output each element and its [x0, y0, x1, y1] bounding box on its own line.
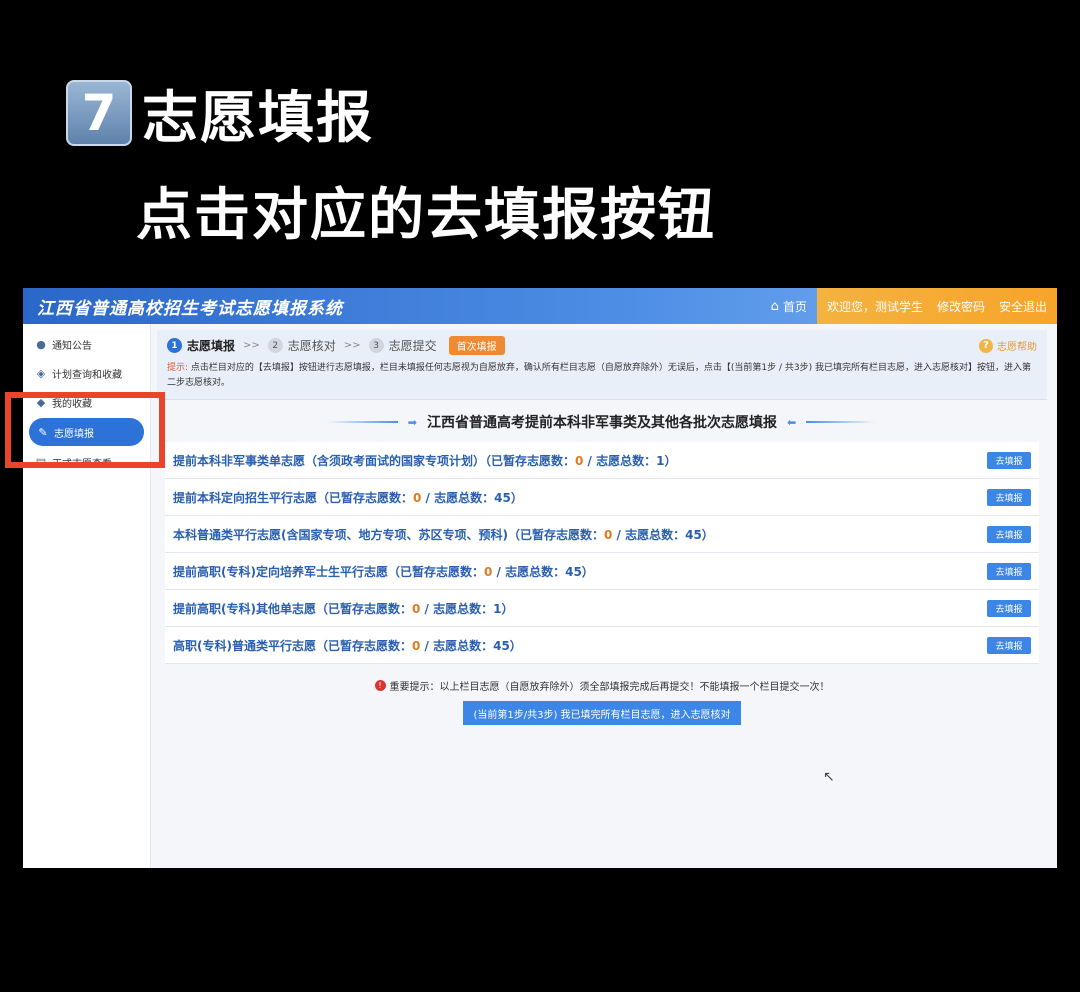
bell-icon: ● — [36, 337, 46, 351]
arrow-left-icon: ⬅ — [787, 415, 797, 429]
volunteer-list: 提前本科非军事类单志愿（含须政考面试的国家专项计划）（已暂存志愿数：0 / 志愿… — [165, 442, 1039, 664]
step-label: 志愿提交 — [388, 339, 437, 353]
tip-text: 提示: 点击栏目对应的【去填报】按钮进行志愿填报，栏目未填报任何志愿视为自愿放弃… — [167, 361, 1037, 391]
home-label: 首页 — [782, 299, 807, 314]
step-submit: 3 志愿提交 — [368, 337, 437, 354]
help-label: 志愿帮助 — [997, 342, 1037, 353]
help-link[interactable]: ? 志愿帮助 — [979, 338, 1037, 353]
tip-label: 提示: — [167, 363, 189, 373]
help-icon: ? — [979, 338, 993, 353]
important-notice: ! 重要提示：以上栏目志愿（自愿放弃除外）须全部填报完成后再提交！不能填报一个栏… — [161, 678, 1043, 693]
home-icon: ⌂ — [770, 298, 779, 314]
step-number-badge: 7 — [66, 80, 132, 146]
step-number: 3 — [368, 338, 384, 353]
list-item: 本科普通类平行志愿(含国家专项、地方专项、苏区专项、预科)（已暂存志愿数：0 /… — [165, 516, 1039, 553]
row-label: 本科普通类平行志愿(含国家专项、地方专项、苏区专项、预科)（已暂存志愿数：0 /… — [173, 527, 714, 542]
caption-title: 志愿填报 — [142, 85, 374, 151]
list-item: 提前高职(专科)定向培养军士生平行志愿（已暂存志愿数：0 / 志愿总数：45） … — [165, 553, 1039, 590]
logout-link[interactable]: 安全退出 — [999, 298, 1047, 315]
top-bar: 江西省普通高校招生考试志愿填报系统 ⌂ 首页 欢迎您，测试学生 修改密码 安全退… — [23, 288, 1057, 324]
sidebar-item-label: 计划查询和收藏 — [52, 369, 122, 381]
caption: 7 志愿填报 点击对应的去填报按钮 — [66, 78, 716, 251]
proceed-to-check-button[interactable]: (当前第1步/共3步) 我已填完所有栏目志愿，进入志愿核对 — [463, 701, 741, 725]
notice-text: 重要提示：以上栏目志愿（自愿放弃除外）须全部填报完成后再提交！不能填报一个栏目提… — [389, 682, 830, 693]
fill-button[interactable]: 去填报 — [987, 451, 1031, 469]
tip-body: 点击栏目对应的【去填报】按钮进行志愿填报，栏目未填报任何志愿视为自愿放弃，确认所… — [167, 363, 1032, 388]
row-label: 提前高职(专科)定向培养军士生平行志愿（已暂存志愿数：0 / 志愿总数：45） — [173, 564, 594, 579]
row-label: 高职(专科)普通类平行志愿（已暂存志愿数：0 / 志愿总数：45） — [173, 638, 522, 653]
system-title: 江西省普通高校招生考试志愿填报系统 — [37, 298, 343, 319]
first-fill-badge: 首次填报 — [448, 336, 505, 355]
row-label: 提前本科定向招生平行志愿（已暂存志愿数：0 / 志愿总数：45） — [173, 490, 523, 505]
fill-button[interactable]: 去填报 — [987, 599, 1031, 617]
row-label: 提前本科非军事类单志愿（含须政考面试的国家专项计划）（已暂存志愿数：0 / 志愿… — [173, 453, 677, 468]
app-screenshot: 江西省普通高校招生考试志愿填报系统 ⌂ 首页 欢迎您，测试学生 修改密码 安全退… — [23, 288, 1057, 868]
section-header: ➡ 江西省普通高考提前本科非军事类及其他各批次志愿填报 ⬅ — [161, 412, 1043, 432]
step-arrow: >> — [243, 340, 260, 351]
fill-button[interactable]: 去填报 — [987, 636, 1031, 654]
step-number: 2 — [267, 338, 283, 353]
change-password-link[interactable]: 修改密码 — [937, 298, 985, 315]
step-check: 2 志愿核对 — [267, 337, 336, 354]
step-number: 1 — [167, 338, 182, 353]
sidebar-item-label: 通知公告 — [52, 340, 92, 352]
decor-line — [806, 421, 877, 423]
step-label: 志愿核对 — [287, 339, 336, 353]
decor-line — [327, 421, 398, 423]
step-fill: 1 志愿填报 — [167, 337, 235, 354]
fill-button[interactable]: 去填报 — [987, 488, 1031, 506]
arrow-right-icon: ➡ — [407, 415, 417, 429]
row-label: 提前高职(专科)其他单志愿（已暂存志愿数：0 / 志愿总数：1） — [173, 601, 514, 616]
welcome-text: 欢迎您，测试学生 — [826, 299, 923, 314]
step-arrow: >> — [343, 340, 361, 351]
list-item: 提前高职(专科)其他单志愿（已暂存志愿数：0 / 志愿总数：1） 去填报 — [165, 590, 1039, 627]
list-item: 提前本科定向招生平行志愿（已暂存志愿数：0 / 志愿总数：45） 去填报 — [165, 479, 1039, 516]
fill-button[interactable]: 去填报 — [987, 525, 1031, 543]
main-content: 1 志愿填报 >> 2 志愿核对 >> 3 志愿提交 首次填报 ? 志愿帮助 提… — [151, 324, 1057, 868]
caption-subtitle: 点击对应的去填报按钮 — [136, 183, 716, 248]
search-icon: ◈ — [36, 366, 46, 380]
step-label: 志愿填报 — [187, 339, 236, 353]
fill-button[interactable]: 去填报 — [987, 562, 1031, 580]
user-bar: 欢迎您，测试学生 修改密码 安全退出 — [816, 288, 1057, 324]
sidebar-item-plan-search[interactable]: ◈ 计划查询和收藏 — [23, 359, 150, 387]
list-item: 提前本科非军事类单志愿（含须政考面试的国家专项计划）（已暂存志愿数：0 / 志愿… — [165, 442, 1039, 479]
section-title: 江西省普通高考提前本科非军事类及其他各批次志愿填报 — [427, 415, 777, 431]
list-item: 高职(专科)普通类平行志愿（已暂存志愿数：0 / 志愿总数：45） 去填报 — [165, 627, 1039, 664]
warning-icon: ! — [374, 680, 386, 691]
step-indicator: 1 志愿填报 >> 2 志愿核对 >> 3 志愿提交 首次填报 ? 志愿帮助 — [167, 336, 1037, 355]
home-link[interactable]: ⌂ 首页 — [771, 298, 807, 315]
sidebar-item-notices[interactable]: ● 通知公告 — [23, 330, 150, 358]
steps-panel: 1 志愿填报 >> 2 志愿核对 >> 3 志愿提交 首次填报 ? 志愿帮助 提… — [157, 330, 1047, 400]
highlight-box — [5, 392, 165, 468]
mouse-cursor-icon: ↖ — [823, 769, 835, 785]
